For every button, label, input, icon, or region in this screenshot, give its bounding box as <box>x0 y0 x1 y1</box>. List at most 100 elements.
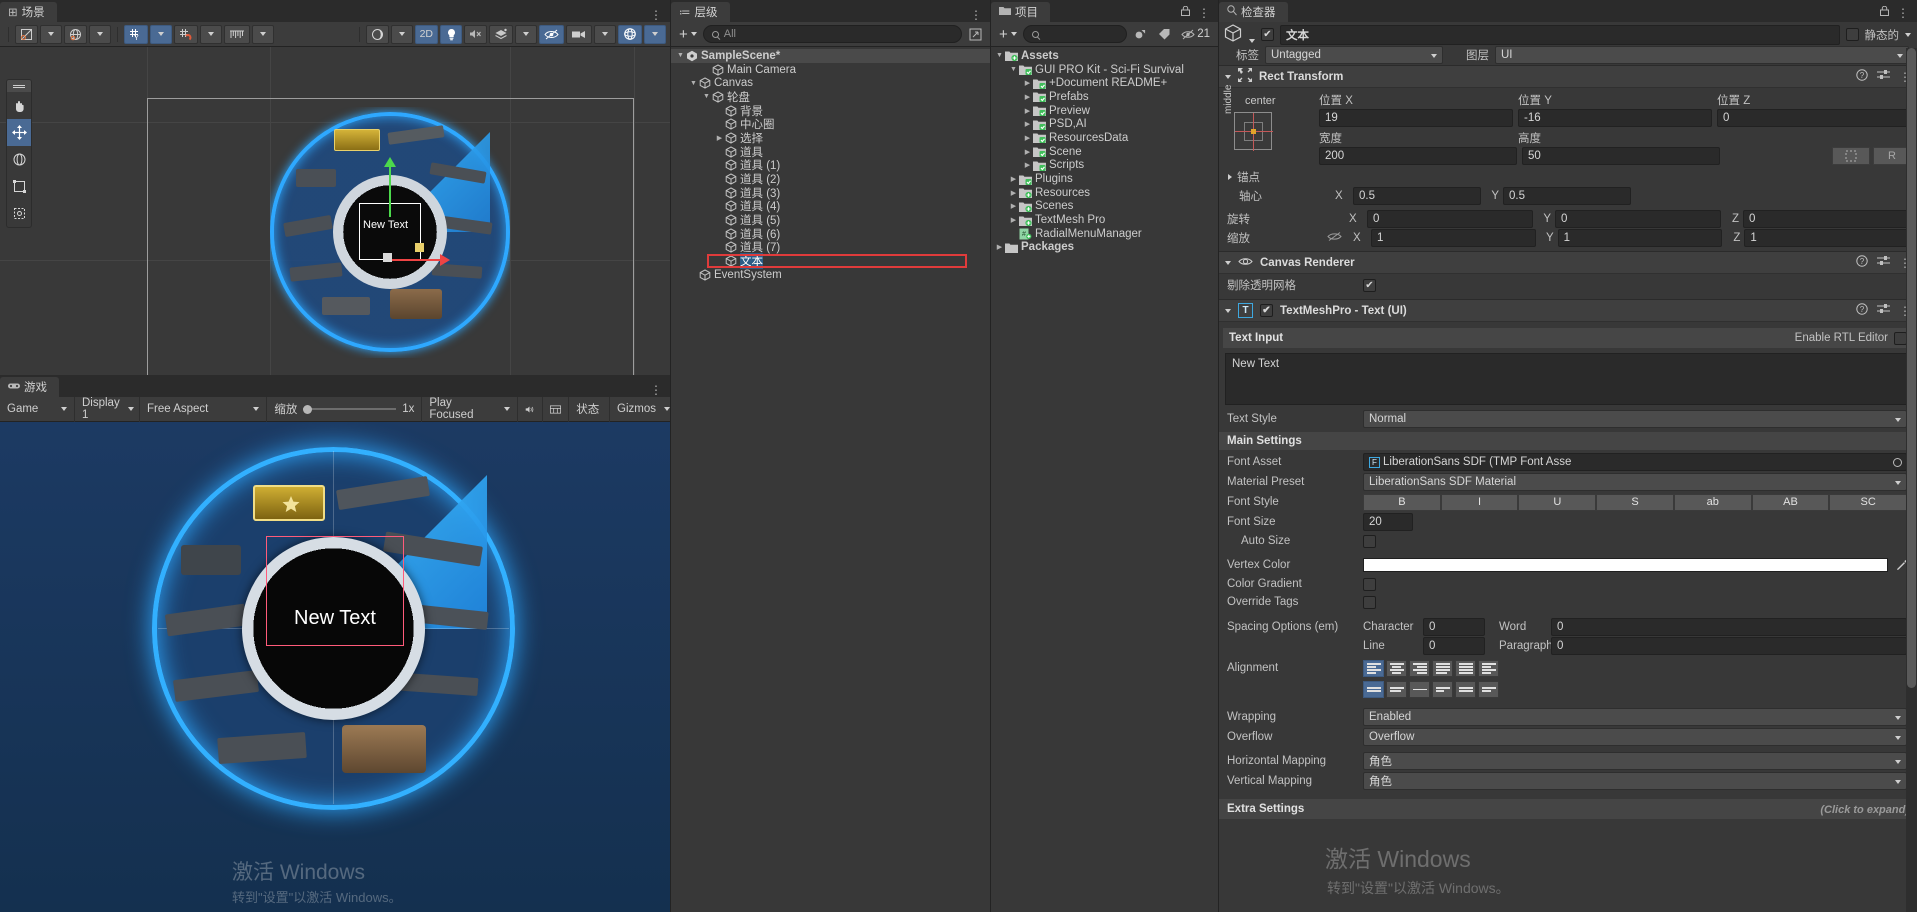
layer-dropdown[interactable]: UI <box>1495 45 1909 64</box>
hierarchy-item[interactable]: 道具 (6) <box>671 227 990 241</box>
foldout-icon[interactable] <box>1225 74 1231 79</box>
foldout-icon[interactable] <box>1228 173 1232 180</box>
pivot-mode-button[interactable] <box>15 24 38 44</box>
font-style-s-button[interactable]: S <box>1596 493 1674 511</box>
scale-x-field[interactable]: 1 <box>1371 228 1536 247</box>
fx-dropdown[interactable] <box>515 24 537 44</box>
gizmo-axis-y[interactable] <box>389 163 391 217</box>
project-item[interactable]: ▶ ResourcesData <box>991 131 1218 145</box>
foldout-icon[interactable] <box>1225 308 1231 313</box>
grid-size-dropdown[interactable] <box>252 24 274 44</box>
auto-size-checkbox[interactable] <box>1363 534 1376 548</box>
tmp-header[interactable]: T ✔ TextMeshPro - Text (UI) ? ⋮ <box>1219 300 1917 322</box>
hierarchy-item[interactable]: EventSystem <box>671 268 990 282</box>
prefab-dropdown-icon[interactable] <box>1249 39 1255 43</box>
transform-tool[interactable] <box>7 200 31 227</box>
grid-snap-dropdown[interactable] <box>200 24 222 44</box>
game-menu-icon[interactable]: ⋮ <box>650 384 662 396</box>
font-size-field[interactable]: 20 <box>1363 513 1413 531</box>
scale-slider-thumb[interactable] <box>303 405 313 414</box>
horizontal-mapping-dropdown[interactable]: 角色 <box>1363 752 1907 770</box>
toggle-lighting-button[interactable] <box>440 24 462 44</box>
foldout-icon[interactable]: ▼ <box>675 52 686 59</box>
pos-x-field[interactable]: 19 <box>1319 109 1513 127</box>
hand-tool[interactable] <box>7 92 31 119</box>
foldout-icon[interactable]: ▼ <box>688 80 699 87</box>
hierarchy-item[interactable]: ▼ Canvas <box>671 76 990 90</box>
foldout-icon[interactable]: ▼ <box>1008 66 1019 73</box>
hierarchy-search-input[interactable]: All <box>702 25 962 43</box>
hierarchy-item[interactable]: 道具 (3) <box>671 186 990 200</box>
gizmo-arrow-x[interactable] <box>440 254 450 266</box>
hierarchy-item-selected[interactable]: 文本 <box>671 253 990 270</box>
stats-button[interactable]: 状态 <box>569 396 611 422</box>
mute-audio-button[interactable] <box>518 396 544 422</box>
game-target-dropdown[interactable]: Game <box>0 396 75 422</box>
help-icon[interactable]: ? <box>1856 69 1868 84</box>
hierarchy-item[interactable]: 中心圈 <box>671 117 990 131</box>
aspect-dropdown[interactable]: Free Aspect <box>140 396 268 422</box>
project-tree[interactable]: ▼ Assets ▼ GUI PRO Kit - Sci-Fi Survival ▶ +D… <box>991 47 1218 912</box>
override-tags-checkbox[interactable] <box>1363 595 1376 609</box>
foldout-icon[interactable]: ▶ <box>1022 148 1033 156</box>
gizmos-dropdown[interactable] <box>644 24 666 44</box>
scale-slider[interactable] <box>303 404 397 414</box>
inspector-body[interactable]: ✔ 文本 静态的 标签 Untagged 图层 UI Rect Transfor… <box>1219 22 1917 912</box>
color-gradient-checkbox[interactable] <box>1363 577 1376 591</box>
foldout-icon[interactable]: ▼ <box>701 93 712 100</box>
rot-z-field[interactable]: 0 <box>1743 209 1909 228</box>
foldout-icon[interactable]: ▶ <box>1022 79 1033 87</box>
rect-tool[interactable] <box>7 173 31 200</box>
inspector-scrollbar[interactable] <box>1906 48 1917 912</box>
valign-capline-icon[interactable] <box>1478 681 1499 698</box>
rect-transform-header[interactable]: Rect Transform ? ⋮ <box>1219 66 1917 88</box>
hidden-packages-count[interactable]: 21 <box>1177 25 1214 44</box>
tool-palette-handle[interactable] <box>7 80 31 92</box>
valign-midline-icon[interactable] <box>1455 681 1476 698</box>
create-asset-button[interactable]: + <box>995 25 1021 44</box>
scene-view[interactable]: New Text <box>0 47 670 375</box>
align-right-icon[interactable] <box>1409 660 1430 677</box>
pivot-x-field[interactable]: 0.5 <box>1353 186 1481 205</box>
project-menu-icon[interactable]: ⋮ <box>1198 7 1210 19</box>
preset-icon[interactable] <box>1877 255 1890 270</box>
tab-scene[interactable]: ⊞ 场景 <box>0 2 57 22</box>
grid-axis-dropdown[interactable] <box>150 24 172 44</box>
project-item[interactable]: ▼ GUI PRO Kit - Sci-Fi Survival <box>991 63 1218 77</box>
extra-settings-bar[interactable]: Extra Settings (Click to expand) <box>1219 799 1917 819</box>
project-item[interactable]: ▶ Scenes <box>991 200 1218 214</box>
paragraph-spacing-field[interactable]: 0 <box>1551 636 1907 655</box>
tab-inspector[interactable]: 检查器 <box>1219 2 1288 22</box>
tmp-enabled-checkbox[interactable]: ✔ <box>1260 304 1273 317</box>
hierarchy-item[interactable]: 道具 (7) <box>671 241 990 254</box>
pos-z-field[interactable]: 0 <box>1717 109 1911 127</box>
toggle-audio-button[interactable] <box>464 24 487 44</box>
project-item[interactable]: ▶ +Document README+ <box>991 76 1218 90</box>
character-spacing-field[interactable]: 0 <box>1423 617 1485 636</box>
inspector-menu-icon[interactable]: ⋮ <box>1897 7 1909 19</box>
foldout-icon[interactable]: ▶ <box>994 243 1005 251</box>
foldout-icon[interactable]: ▶ <box>1022 93 1033 101</box>
add-object-button[interactable]: + <box>675 25 701 44</box>
align-justified-icon[interactable] <box>1432 660 1453 677</box>
wheel-item-vehicle[interactable] <box>342 725 426 773</box>
material-preset-dropdown[interactable]: LiberationSans SDF Material <box>1363 473 1907 491</box>
camera-settings-dropdown[interactable] <box>594 24 616 44</box>
handle-space-button[interactable] <box>64 24 87 44</box>
search-by-type-icon[interactable] <box>1129 25 1151 44</box>
gizmos-button[interactable]: Gizmos <box>610 397 670 422</box>
font-asset-field[interactable]: F LiberationSans SDF (TMP Font Asse <box>1363 453 1907 471</box>
hierarchy-item[interactable]: 道具 (2) <box>671 172 990 186</box>
hierarchy-item[interactable]: 道具 (1) <box>671 159 990 172</box>
search-by-label-icon[interactable] <box>1153 25 1175 44</box>
wrapping-dropdown[interactable]: Enabled <box>1363 708 1907 726</box>
vertex-color-swatch[interactable] <box>1363 557 1888 572</box>
foldout-icon[interactable]: ▶ <box>714 134 725 142</box>
object-picker-icon[interactable] <box>1893 457 1902 467</box>
hierarchy-item[interactable]: ▶ 选择 <box>671 131 990 145</box>
project-item[interactable]: ▶ Plugins <box>991 172 1218 186</box>
valign-middle-icon[interactable] <box>1386 681 1407 698</box>
help-icon[interactable]: ? <box>1856 303 1868 318</box>
preset-icon[interactable] <box>1877 69 1890 84</box>
project-item[interactable]: ▶ PSD,AI <box>991 117 1218 131</box>
